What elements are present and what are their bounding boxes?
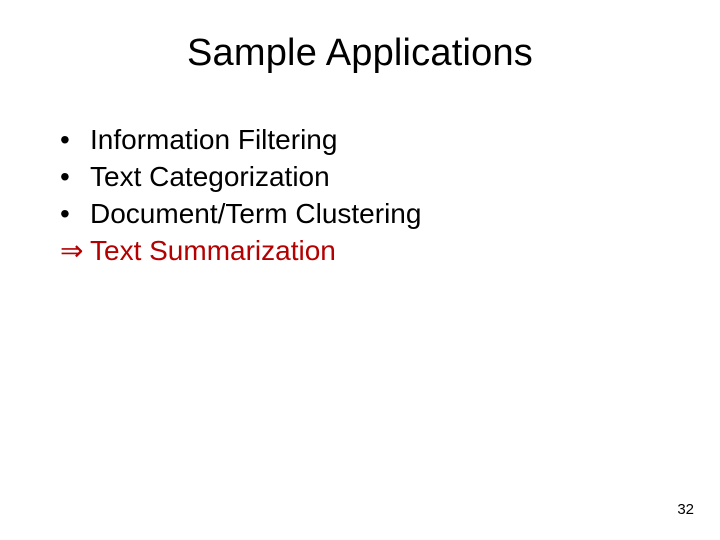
bullet-text-highlight: Text Summarization	[90, 233, 336, 268]
page-number: 32	[677, 501, 694, 518]
bullet-icon: •	[60, 196, 84, 231]
bullet-text: Document/Term Clustering	[90, 196, 421, 231]
bullet-list: • Information Filtering • Text Categoriz…	[60, 122, 660, 270]
list-item: • Document/Term Clustering	[60, 196, 660, 231]
bullet-icon: •	[60, 122, 84, 157]
bullet-text: Information Filtering	[90, 122, 337, 157]
list-item: • Information Filtering	[60, 122, 660, 157]
list-item: ⇒ Text Summarization	[60, 233, 660, 268]
bullet-icon: •	[60, 159, 84, 194]
bullet-text: Text Categorization	[90, 159, 330, 194]
slide-title: Sample Applications	[0, 32, 720, 75]
list-item: • Text Categorization	[60, 159, 660, 194]
arrow-right-icon: ⇒	[60, 233, 84, 268]
